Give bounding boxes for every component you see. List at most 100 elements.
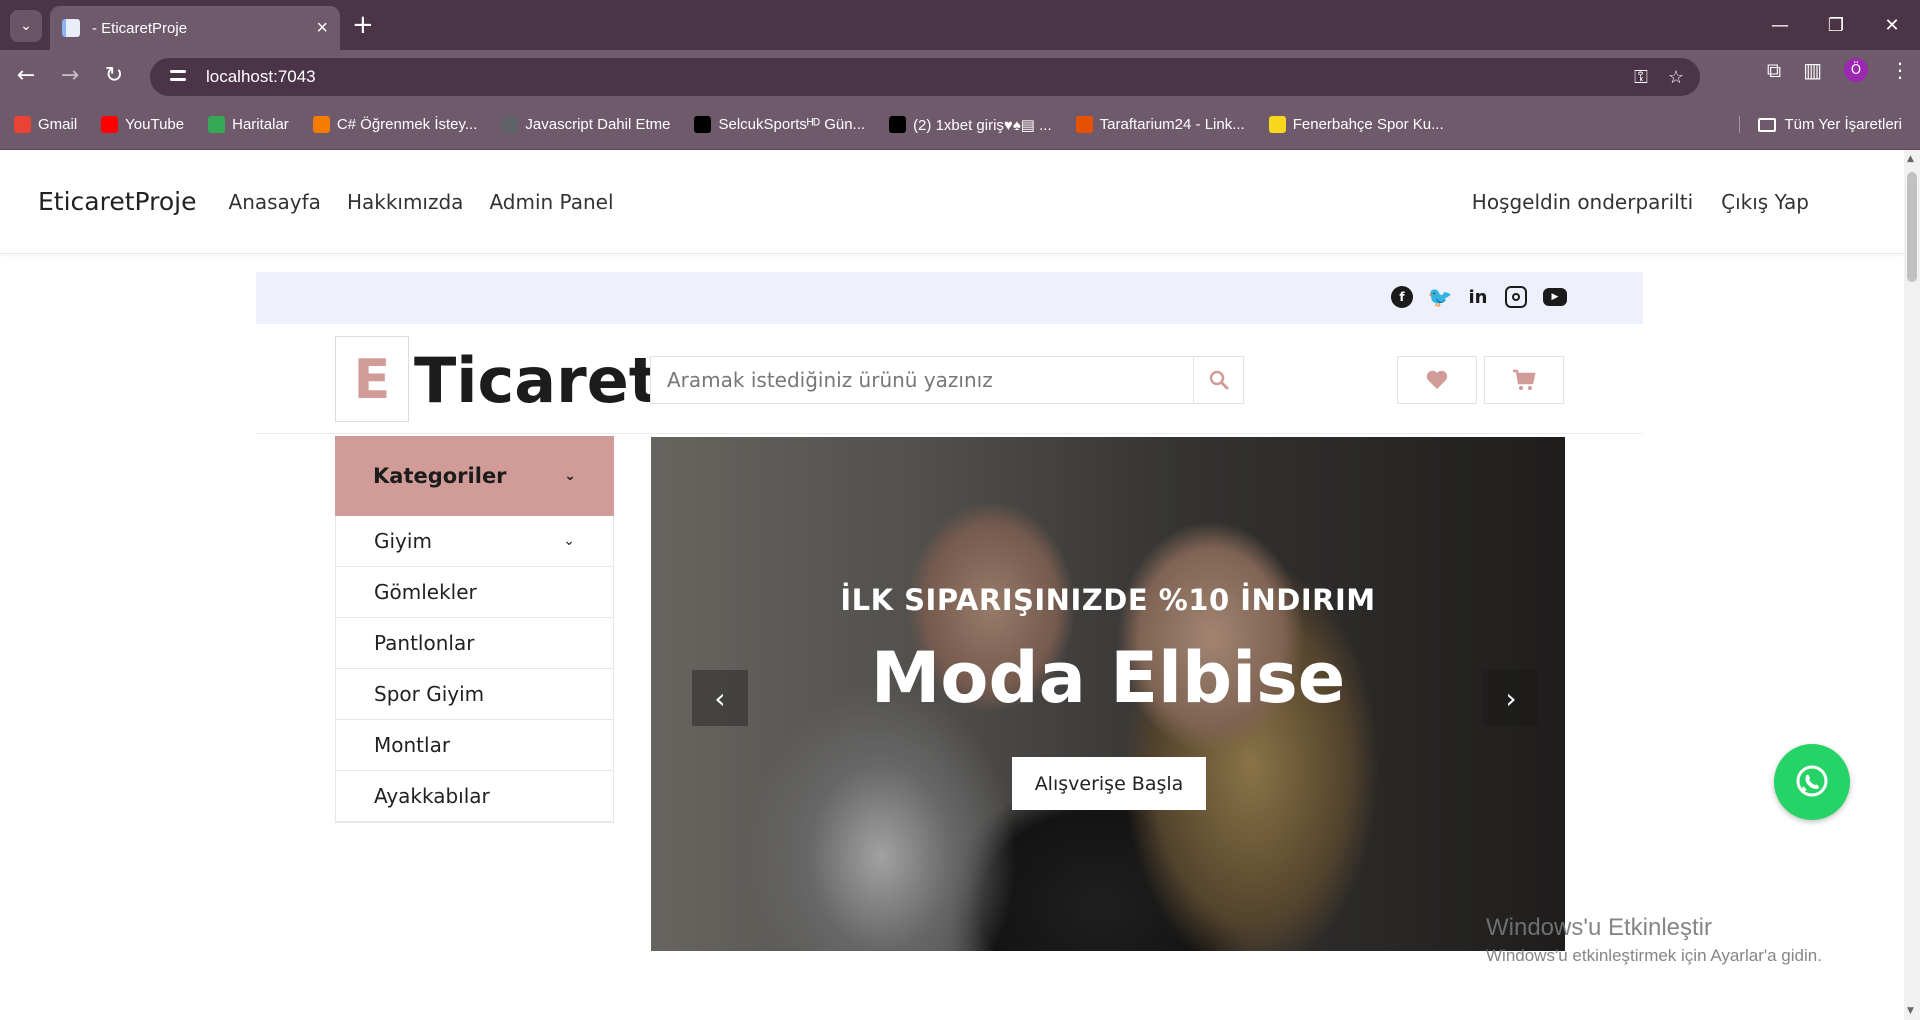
social-bar: f 🐦 in ▶: [256, 272, 1643, 324]
bookmark-item[interactable]: Haritalar: [208, 116, 289, 134]
bookmark-item[interactable]: Javascript Dahil Etme: [501, 116, 670, 134]
chevron-down-icon: ⌄: [564, 468, 576, 484]
scrollbar-thumb[interactable]: [1907, 172, 1917, 282]
browser-tab-bar: ⌄ - EticaretProje × + — ❐ ✕: [0, 0, 1920, 50]
carousel-subtitle: İLK SIPARIŞINIZDE %10 İNDIRIM: [840, 583, 1376, 617]
hero-carousel: İLK SIPARIŞINIZDE %10 İNDIRIM Moda Elbis…: [651, 437, 1565, 951]
bookmark-item[interactable]: Gmail: [14, 116, 77, 134]
brand-link[interactable]: EticaretProje: [38, 187, 197, 216]
youtube-icon[interactable]: ▶: [1543, 288, 1567, 306]
taraftarium-icon: [1075, 116, 1093, 133]
category-item-pantlonlar[interactable]: Pantlonlar: [336, 618, 613, 669]
x-icon: [694, 116, 712, 133]
bookmark-label: Taraftarium24 - Link...: [1099, 116, 1245, 133]
category-item-spor-giyim[interactable]: Spor Giyim: [336, 669, 613, 720]
close-window-icon[interactable]: ✕: [1864, 0, 1920, 50]
all-bookmarks-label: Tüm Yer İşaretleri: [1784, 116, 1902, 133]
carousel-prev-button[interactable]: ‹: [692, 670, 748, 726]
activation-subtitle: Windows'u etkinleştirmek için Ayarlar'a …: [1486, 946, 1822, 965]
gmail-icon: [14, 116, 31, 133]
search-box: [650, 356, 1244, 404]
bookmark-item[interactable]: SelcukSportsᴴᴰ Gün...: [694, 116, 865, 134]
welcome-user-link[interactable]: Hoşgeldin onderparilti: [1472, 190, 1693, 214]
web-page: EticaretProje Anasayfa Hakkımızda Admin …: [0, 150, 1904, 1020]
instagram-icon[interactable]: [1505, 286, 1527, 308]
category-item-giyim[interactable]: Giyim ⌄: [336, 516, 613, 567]
new-tab-button[interactable]: +: [352, 10, 374, 40]
bookmark-item[interactable]: Taraftarium24 - Link...: [1075, 116, 1245, 134]
logo-letter[interactable]: E: [335, 336, 409, 422]
top-navbar: EticaretProje Anasayfa Hakkımızda Admin …: [0, 150, 1904, 254]
tab-search-button[interactable]: ⌄: [10, 10, 42, 42]
bookmark-label: Haritalar: [232, 116, 289, 133]
menu-icon[interactable]: ⋮: [1890, 58, 1910, 82]
window-controls: — ❐ ✕: [1752, 0, 1920, 50]
browser-tab[interactable]: - EticaretProje ×: [50, 6, 340, 50]
logo-text[interactable]: Ticaret: [414, 344, 658, 417]
close-tab-icon[interactable]: ×: [316, 17, 328, 40]
bookmark-label: C# Öğrenmek İstey...: [336, 116, 478, 133]
category-item-ayakkabilar[interactable]: Ayakkabılar: [336, 771, 613, 822]
bookmark-label: Gmail: [38, 116, 78, 133]
password-key-icon[interactable]: ⚿: [1634, 67, 1648, 88]
search-input[interactable]: [651, 357, 1193, 403]
carousel-title: Moda Elbise: [870, 637, 1346, 719]
bookmark-label: SelcukSportsᴴᴰ Gün...: [718, 116, 866, 133]
whatsapp-icon: [1796, 765, 1828, 797]
url-text: localhost:7043: [206, 67, 316, 86]
back-icon[interactable]: ←: [8, 57, 44, 93]
search-button[interactable]: [1193, 357, 1243, 403]
side-panel-icon[interactable]: ▥: [1803, 58, 1822, 82]
category-item-gomlekler[interactable]: Gömlekler: [336, 567, 613, 618]
facebook-icon[interactable]: f: [1391, 286, 1413, 308]
logout-link[interactable]: Çıkış Yap: [1721, 190, 1809, 214]
restore-icon[interactable]: ❐: [1808, 0, 1864, 50]
carousel-next-button[interactable]: ›: [1483, 670, 1539, 726]
category-label: Gömlekler: [374, 580, 477, 604]
wishlist-button[interactable]: [1397, 356, 1477, 404]
heart-icon: [1426, 370, 1448, 389]
maps-icon: [208, 116, 226, 133]
nav-link-home[interactable]: Anasayfa: [229, 190, 321, 214]
profile-avatar[interactable]: Ö: [1844, 58, 1868, 82]
scroll-down-icon[interactable]: ▼: [1907, 1006, 1914, 1016]
reload-icon[interactable]: ↻: [96, 57, 132, 93]
category-label: Giyim: [374, 529, 432, 553]
nav-link-admin[interactable]: Admin Panel: [489, 190, 613, 214]
whatsapp-button[interactable]: [1774, 744, 1850, 820]
bookmark-label: Fenerbahçe Spor Ku...: [1292, 116, 1444, 133]
category-label: Ayakkabılar: [374, 784, 490, 808]
category-item-montlar[interactable]: Montlar: [336, 720, 613, 771]
categories-title: Kategoriler: [373, 464, 507, 488]
scroll-up-icon[interactable]: ▲: [1907, 154, 1914, 164]
page-scrollbar[interactable]: ▲ ▼: [1904, 150, 1920, 1020]
category-list: Giyim ⌄ Gömlekler Pantlonlar Spor Giyim …: [335, 516, 614, 823]
category-label: Spor Giyim: [374, 682, 485, 706]
page-icon: [62, 19, 80, 37]
header-row: E Ticaret: [256, 336, 1643, 434]
blogger-icon: [312, 116, 330, 133]
bookmark-item[interactable]: Fenerbahçe Spor Ku...: [1268, 116, 1444, 134]
bookmark-star-icon[interactable]: ☆: [1668, 67, 1684, 88]
address-bar[interactable]: localhost:7043 ⚿ ☆: [150, 58, 1700, 96]
linkedin-icon[interactable]: in: [1467, 286, 1489, 308]
bookmark-label: Javascript Dahil Etme: [525, 116, 671, 133]
category-label: Montlar: [374, 733, 451, 757]
bookmark-item[interactable]: C# Öğrenmek İstey...: [312, 116, 478, 134]
nav-link-about[interactable]: Hakkımızda: [347, 190, 464, 214]
twitter-icon[interactable]: 🐦: [1428, 285, 1453, 309]
categories-toggle[interactable]: Kategoriler ⌄: [335, 436, 614, 516]
bookmark-item[interactable]: (2) 1xbet giriş♥♠▤ ...: [889, 116, 1052, 134]
shop-now-button[interactable]: Alışverişe Başla: [1012, 757, 1206, 810]
minimize-icon[interactable]: —: [1752, 0, 1808, 50]
cart-button[interactable]: [1484, 356, 1564, 404]
cart-icon: [1513, 369, 1536, 390]
extensions-icon[interactable]: ⧉: [1767, 58, 1781, 82]
search-icon: [1209, 370, 1228, 390]
tab-title: - EticaretProje: [92, 19, 188, 37]
chevron-right-icon: ›: [1505, 681, 1517, 715]
site-info-icon[interactable]: [168, 66, 190, 88]
all-bookmarks-button[interactable]: Tüm Yer İşaretleri: [1739, 116, 1902, 133]
bookmark-item[interactable]: YouTube: [101, 116, 184, 134]
forward-icon[interactable]: →: [52, 57, 88, 93]
